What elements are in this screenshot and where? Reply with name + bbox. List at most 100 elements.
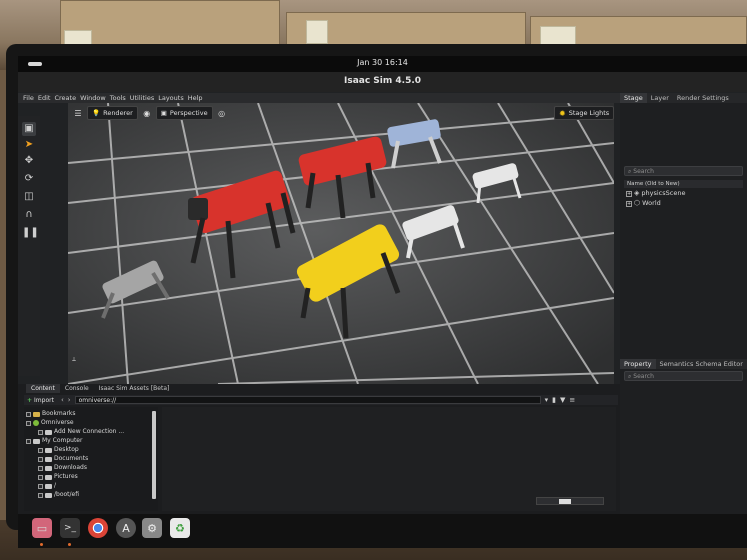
tab-console[interactable]: Console xyxy=(60,384,94,393)
bookmark-folder-icon xyxy=(33,411,40,417)
pause-icon[interactable]: ❚❚ xyxy=(22,226,39,240)
stage-search-input[interactable]: ⌕ Search xyxy=(624,166,743,176)
path-input[interactable]: omniverse:// xyxy=(74,396,541,404)
back-arrow-icon[interactable]: ‹ xyxy=(61,396,64,404)
tab-stage[interactable]: Stage xyxy=(620,93,647,103)
record-icon[interactable]: ◎ xyxy=(216,107,228,119)
chrome-icon[interactable] xyxy=(88,518,108,538)
move-icon[interactable]: ✥ xyxy=(22,154,36,168)
tree-label: My Computer xyxy=(42,437,83,444)
running-indicator xyxy=(68,543,71,546)
menu-create[interactable]: Create xyxy=(53,93,77,103)
tree-label: Add New Connection ... xyxy=(54,428,125,435)
eye-icon[interactable]: ◉ xyxy=(141,107,153,119)
expand-icon[interactable] xyxy=(38,447,43,453)
snap-icon[interactable]: ∩ xyxy=(22,208,36,222)
collapse-icon[interactable] xyxy=(26,411,31,417)
bookmark-icon[interactable]: ▮ xyxy=(552,396,556,404)
stage-lights-button[interactable]: ✹ Stage Lights xyxy=(554,106,615,120)
renderer-label: Renderer xyxy=(103,109,133,117)
stage-lights-label: Stage Lights xyxy=(568,109,610,117)
plus-icon: + xyxy=(27,396,33,404)
menu-file[interactable]: File xyxy=(22,93,35,103)
expand-icon[interactable] xyxy=(38,456,43,462)
app-store-icon[interactable]: A xyxy=(116,518,136,538)
tab-layer[interactable]: Layer xyxy=(647,93,673,103)
collapse-icon[interactable] xyxy=(26,420,31,426)
stage-item-physicsscene[interactable]: + ◈ physicsScene xyxy=(624,189,743,198)
menu-utilities[interactable]: Utilities xyxy=(129,93,155,103)
tree-item-omniverse[interactable]: Omniverse xyxy=(26,419,74,428)
renderer-button[interactable]: 💡 Renderer xyxy=(87,106,138,120)
tree-item-pictures[interactable]: Pictures xyxy=(38,473,78,482)
tree-item-add-connection[interactable]: Add New Connection ... xyxy=(38,428,124,437)
list-view-icon[interactable]: ≡ xyxy=(569,396,575,404)
sun-icon: ✹ xyxy=(559,108,566,118)
collapse-icon[interactable] xyxy=(26,438,31,444)
expand-icon[interactable] xyxy=(38,483,43,489)
property-tabs: Property Semantics Schema Editor xyxy=(620,359,747,369)
tree-label: Documents xyxy=(54,455,89,462)
tree-label: /boot/efi xyxy=(54,491,80,498)
tab-property[interactable]: Property xyxy=(620,359,656,369)
expand-icon[interactable] xyxy=(38,492,43,498)
expand-icon[interactable]: + xyxy=(626,190,632,197)
content-tree-scrollbar[interactable] xyxy=(152,411,156,499)
menu-layouts[interactable]: Layouts xyxy=(157,93,184,103)
stage-tabs: Stage Layer Render Settings xyxy=(620,93,747,103)
menubar: File Edit Create Window Tools Utilities … xyxy=(18,93,620,103)
stage-item-label: World xyxy=(642,199,661,207)
slider-handle[interactable] xyxy=(559,499,571,504)
viewport[interactable] xyxy=(68,103,614,384)
recycle-bin-icon[interactable]: ♻ xyxy=(170,518,190,538)
menu-window[interactable]: Window xyxy=(79,93,107,103)
select-mode-icon[interactable]: ▣ xyxy=(22,122,36,136)
tree-item-bookmarks[interactable]: Bookmarks xyxy=(26,410,76,419)
tab-content[interactable]: Content xyxy=(26,384,60,393)
import-button[interactable]: + Import xyxy=(24,397,57,404)
camera-icon: ▣ xyxy=(160,109,167,117)
expand-icon[interactable] xyxy=(38,465,43,471)
stage-item-world[interactable]: + ⬡ World xyxy=(624,199,743,208)
terminal-icon[interactable]: >_ xyxy=(60,518,80,538)
screen: Jan 30 16:14 Isaac Sim 4.5.0 File Edit C… xyxy=(18,56,747,514)
tree-item-downloads[interactable]: Downloads xyxy=(38,464,87,473)
tree-item-boot-efi[interactable]: /boot/efi xyxy=(38,491,79,500)
content-tabs: Content Console Isaac Sim Assets [Beta] xyxy=(26,384,174,393)
menu-help[interactable]: Help xyxy=(187,93,204,103)
files-icon[interactable]: ▭ xyxy=(32,518,52,538)
camera-button[interactable]: ▣ Perspective xyxy=(155,106,213,120)
dropdown-icon[interactable]: ▾ xyxy=(545,396,549,404)
clock[interactable]: Jan 30 16:14 xyxy=(18,58,747,67)
window-titlebar[interactable]: Isaac Sim 4.5.0 xyxy=(18,72,747,92)
filter-icon[interactable]: ▼ xyxy=(560,396,565,404)
folder-icon xyxy=(45,447,52,453)
tab-isaac-sim-assets[interactable]: Isaac Sim Assets [Beta] xyxy=(94,384,175,393)
content-grid[interactable] xyxy=(162,407,616,511)
connection-icon xyxy=(45,429,52,435)
stage-tree-header[interactable]: Name (Old to New) xyxy=(624,180,743,188)
property-search-placeholder: Search xyxy=(633,373,654,380)
expand-icon[interactable] xyxy=(38,429,43,435)
tab-render-settings[interactable]: Render Settings xyxy=(673,93,733,103)
property-search-input[interactable]: ⌕ Search xyxy=(624,371,743,381)
thumbnail-size-slider[interactable] xyxy=(536,497,604,505)
tree-item-desktop[interactable]: Desktop xyxy=(38,446,79,455)
dock: ▭ >_ A ⚙ ♻ xyxy=(18,514,747,548)
menu-edit[interactable]: Edit xyxy=(37,93,52,103)
rotate-icon[interactable]: ⟳ xyxy=(22,172,36,186)
pointer-icon[interactable]: ➤ xyxy=(22,138,36,152)
expand-icon[interactable] xyxy=(38,474,43,480)
folder-icon xyxy=(45,474,52,480)
tree-item-my-computer[interactable]: My Computer xyxy=(26,437,82,446)
tree-item-documents[interactable]: Documents xyxy=(38,455,88,464)
settings-icon[interactable]: ⚙ xyxy=(142,518,162,538)
menu-tools[interactable]: Tools xyxy=(109,93,127,103)
tab-semantics-schema-editor[interactable]: Semantics Schema Editor xyxy=(656,359,747,369)
expand-icon[interactable]: + xyxy=(626,200,632,207)
settings-menu-icon[interactable]: ☰ xyxy=(72,107,84,119)
stage-search-placeholder: Search xyxy=(633,168,654,175)
scale-icon[interactable]: ◫ xyxy=(22,190,36,204)
tree-item-root[interactable]: / xyxy=(38,482,56,491)
forward-arrow-icon[interactable]: › xyxy=(68,396,71,404)
